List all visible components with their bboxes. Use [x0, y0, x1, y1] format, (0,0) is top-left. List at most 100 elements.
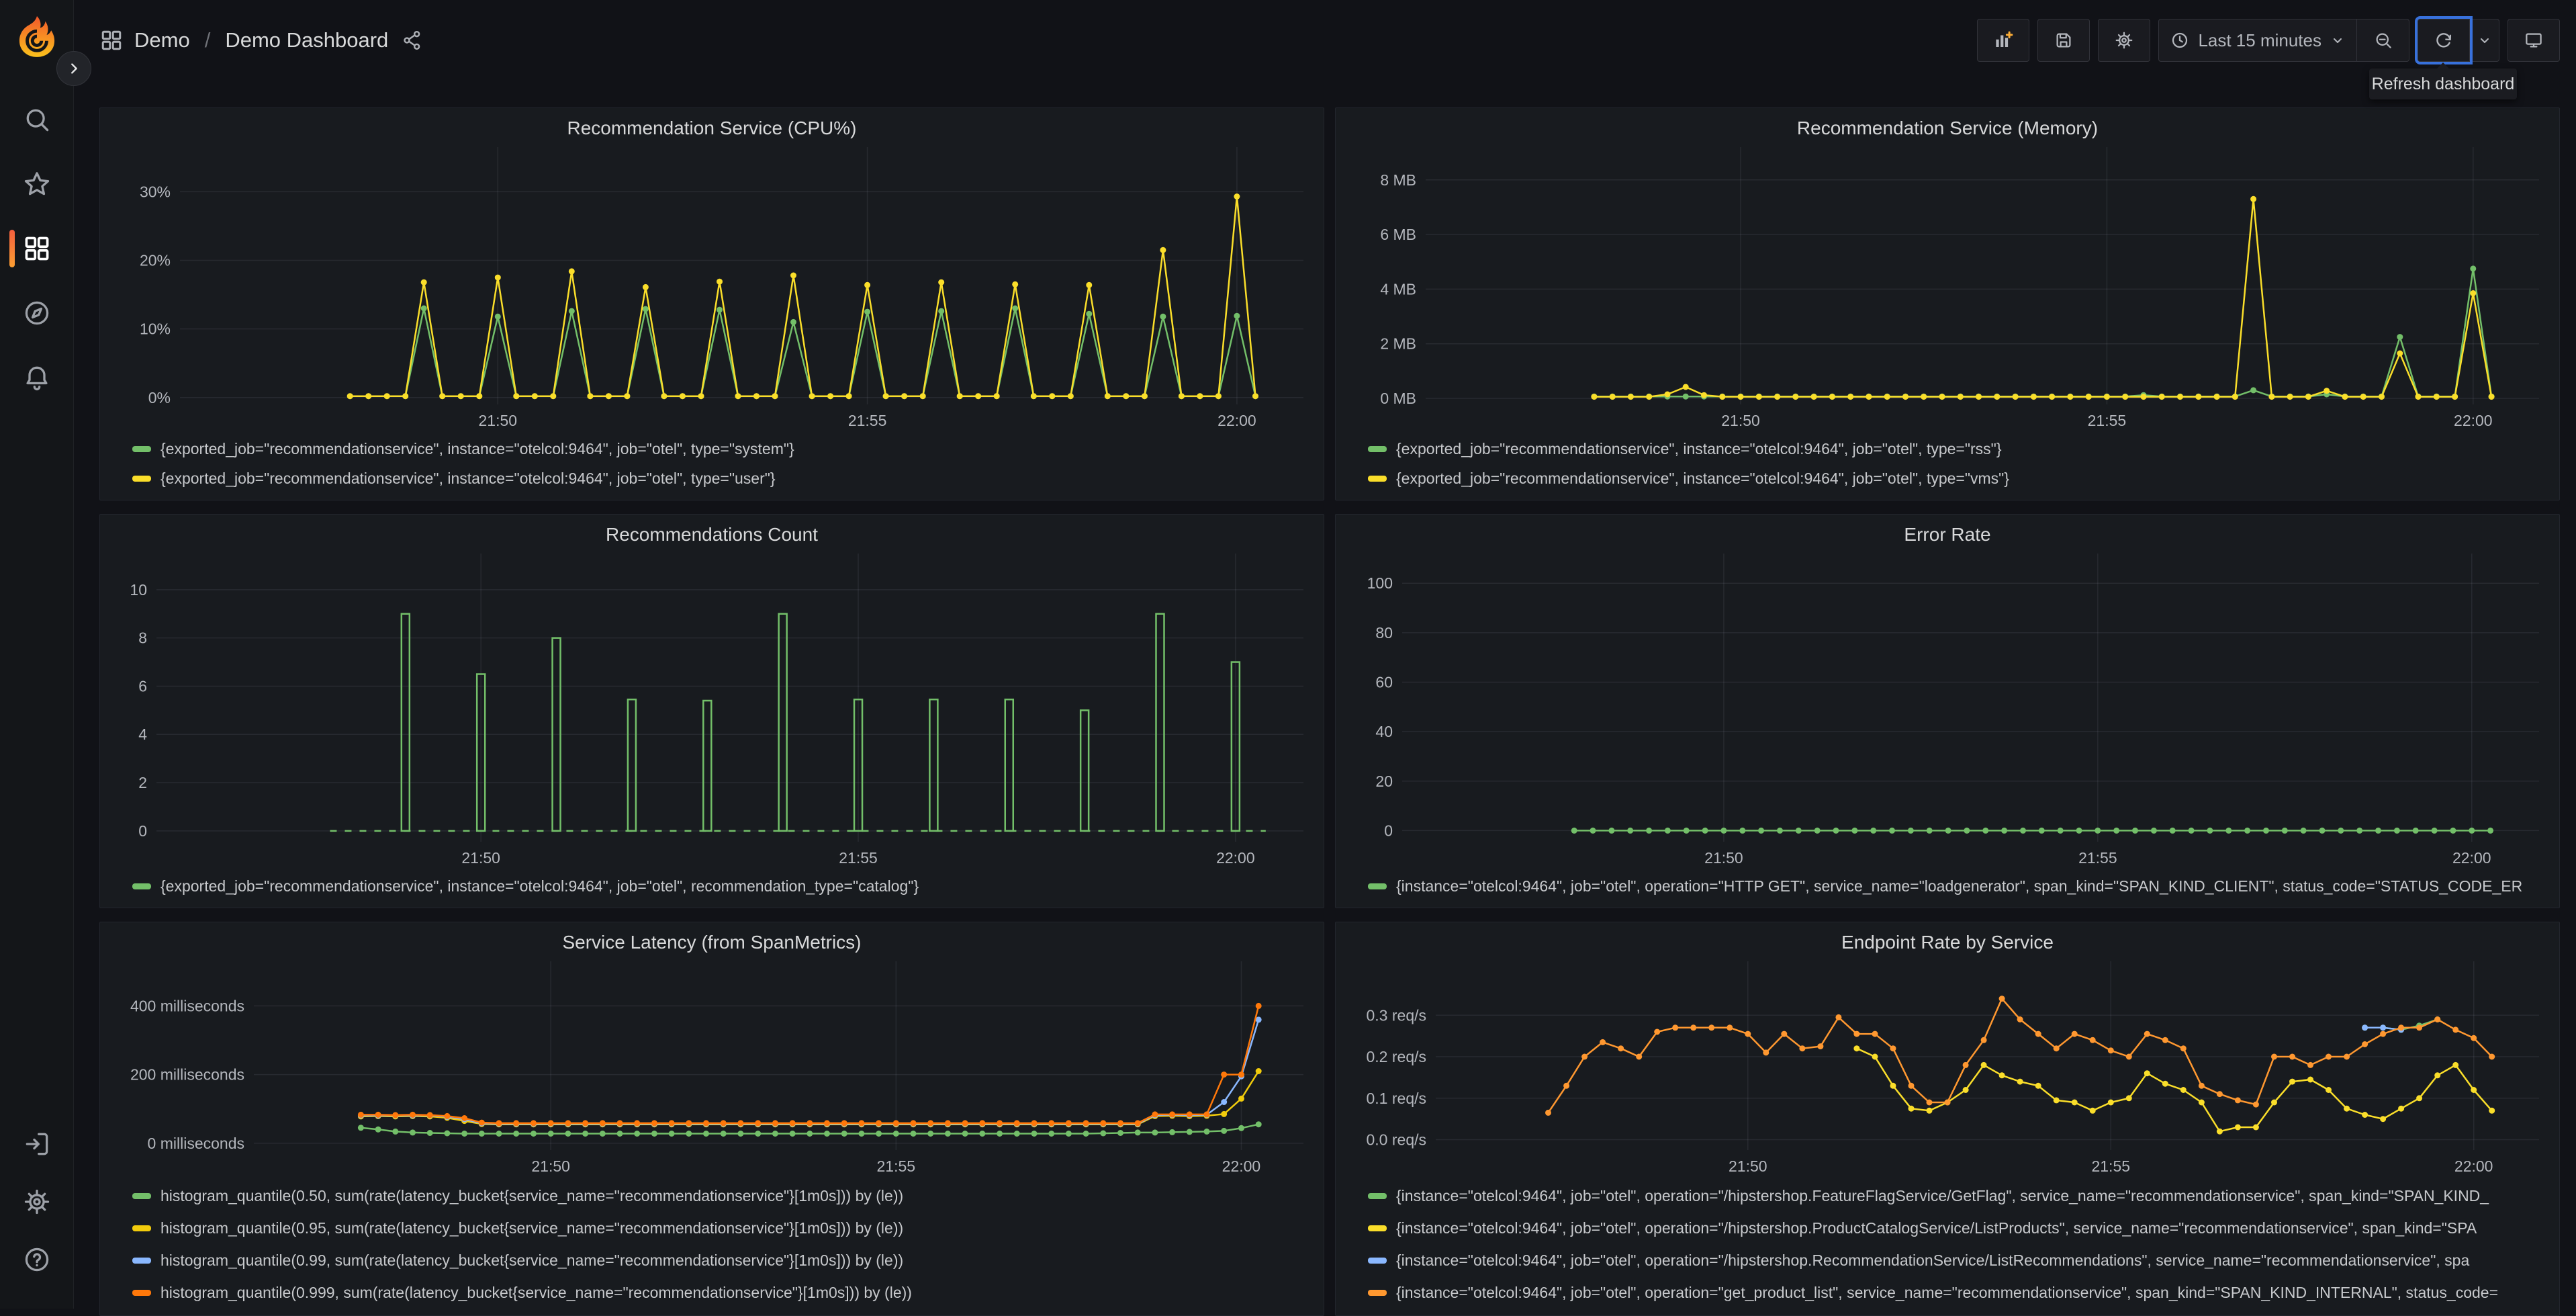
recommendations-count-chart[interactable]: 0 2 4 6 8 10 21:50 21:55 22:00 — [109, 548, 1314, 869]
legend-item[interactable]: {exported_job="recommendationservice", i… — [132, 464, 1314, 493]
search-icon — [26, 109, 49, 132]
service-latency-chart[interactable]: 0 milliseconds 200 milliseconds 400 millis… — [109, 956, 1314, 1177]
panel-title[interactable]: Recommendations Count — [109, 521, 1314, 548]
svg-text:30%: 30% — [140, 183, 171, 200]
sidebar-expand-button[interactable] — [56, 51, 91, 86]
gear-icon — [24, 1189, 50, 1215]
svg-text:21:50: 21:50 — [1729, 1157, 1767, 1175]
svg-text:60: 60 — [1375, 673, 1393, 691]
sidebar-item-search[interactable] — [0, 87, 74, 152]
svg-text:22:00: 22:00 — [1216, 849, 1255, 867]
legend-item[interactable]: {exported_job="recommendationservice", i… — [132, 434, 1314, 464]
panel-error-rate: Error Rate 0 20 40 60 80 100 21:50 21:55 22:00 {… — [1335, 514, 2560, 908]
legend-item[interactable]: histogram_quantile(0.50, sum(rate(latenc… — [132, 1180, 1314, 1212]
legend-swatch — [1368, 1257, 1387, 1264]
legend-item[interactable]: {instance="otelcol:9464", job="otel", op… — [1368, 1212, 2550, 1244]
panel-title[interactable]: Error Rate — [1345, 521, 2550, 548]
panel-title[interactable]: Service Latency (from SpanMetrics) — [109, 929, 1314, 956]
cpu-chart[interactable]: 0% 10% 20% 30% 21:50 21:55 22:00 — [109, 142, 1314, 431]
error-rate-legend: {instance="otelcol:9464", job="otel", op… — [1345, 871, 2550, 901]
legend-item[interactable]: {instance="otelcol:9464", job="otel", op… — [1368, 1244, 2550, 1276]
svg-text:10%: 10% — [140, 320, 171, 338]
chevron-right-icon — [71, 63, 77, 74]
legend-swatch — [1368, 1225, 1387, 1231]
legend-item[interactable]: {exported_job="recommendationservice", i… — [1368, 464, 2550, 493]
legend-swatch — [132, 1192, 151, 1199]
legend-label: {exported_job="recommendationservice", i… — [160, 439, 794, 457]
add-panel-button[interactable] — [1977, 19, 2030, 62]
svg-text:6 MB: 6 MB — [1380, 226, 1416, 243]
legend-label: {instance="otelcol:9464", job="otel", op… — [1396, 1219, 2477, 1237]
legend-item[interactable]: {exported_job="recommendationservice", i… — [132, 871, 1314, 901]
legend-label: {exported_job="recommendationservice", i… — [1396, 439, 2002, 457]
svg-text:21:55: 21:55 — [839, 849, 878, 867]
legend-label: {exported_job="recommendationservice", i… — [160, 469, 776, 487]
zoom-out-icon — [2376, 33, 2391, 48]
svg-text:0%: 0% — [148, 389, 171, 406]
legend-item[interactable]: {instance="otelcol:9464", job="otel", op… — [1368, 871, 2550, 901]
compass-icon — [25, 301, 49, 325]
svg-text:0 MB: 0 MB — [1380, 390, 1416, 407]
legend-label: histogram_quantile(0.999, sum(rate(laten… — [160, 1283, 912, 1301]
memory-legend: {exported_job="recommendationservice", i… — [1345, 434, 2550, 493]
sidebar-item-explore[interactable] — [0, 281, 74, 345]
refresh-tooltip: Refresh dashboard — [2369, 62, 2517, 99]
sidebar — [0, 0, 74, 1309]
legend-item[interactable]: {exported_job="recommendationservice", i… — [1368, 434, 2550, 464]
recommendations-count-legend: {exported_job="recommendationservice", i… — [109, 871, 1314, 901]
panel-title[interactable]: Endpoint Rate by Service — [1345, 929, 2550, 956]
legend-item[interactable]: histogram_quantile(0.95, sum(rate(latenc… — [132, 1212, 1314, 1244]
svg-text:40: 40 — [1375, 723, 1393, 740]
svg-text:21:55: 21:55 — [2091, 1157, 2130, 1175]
sidebar-item-dashboards[interactable] — [0, 216, 74, 281]
breadcrumb-page[interactable]: Demo Dashboard — [225, 28, 388, 52]
dashboards-grid-icon — [25, 236, 49, 261]
svg-text:22:00: 22:00 — [1222, 1157, 1261, 1175]
endpoint-rate-legend: {instance="otelcol:9464", job="otel", op… — [1345, 1180, 2550, 1309]
legend-label: histogram_quantile(0.95, sum(rate(latenc… — [160, 1219, 904, 1237]
svg-text:0: 0 — [1384, 822, 1393, 839]
panel-title[interactable]: Recommendation Service (Memory) — [1345, 115, 2550, 142]
endpoint-rate-chart[interactable]: 0.0 req/s 0.1 req/s 0.2 req/s 0.3 req/s 21:5… — [1345, 956, 2550, 1177]
legend-label: {exported_job="recommendationservice", i… — [160, 877, 919, 895]
legend-swatch — [1368, 475, 1387, 482]
svg-text:400 milliseconds: 400 milliseconds — [130, 997, 244, 1014]
zoom-out-button[interactable] — [2357, 19, 2409, 62]
time-range-picker[interactable]: Last 15 minutes — [2158, 19, 2357, 62]
add-panel-icon — [1996, 31, 2013, 47]
sidebar-item-sign-in[interactable] — [0, 1115, 74, 1173]
legend-swatch — [132, 883, 151, 889]
sidebar-item-alerting[interactable] — [0, 345, 74, 410]
breadcrumb-section[interactable]: Demo — [134, 28, 190, 52]
legend-label: {instance="otelcol:9464", job="otel", op… — [1396, 877, 2523, 895]
legend-item[interactable]: histogram_quantile(0.999, sum(rate(laten… — [132, 1276, 1314, 1309]
legend-item[interactable]: histogram_quantile(0.99, sum(rate(latenc… — [132, 1244, 1314, 1276]
svg-text:0: 0 — [138, 822, 147, 840]
sidebar-item-settings[interactable] — [0, 1173, 74, 1231]
svg-text:21:55: 21:55 — [2088, 412, 2127, 429]
time-range-label: Last 15 minutes — [2198, 30, 2321, 50]
kiosk-monitor-icon — [2526, 33, 2542, 48]
refresh-button[interactable] — [2418, 19, 2470, 62]
grafana-logo[interactable] — [17, 15, 56, 58]
legend-item[interactable]: {instance="otelcol:9464", job="otel", op… — [1368, 1276, 2550, 1309]
memory-chart[interactable]: 0 MB 2 MB 4 MB 6 MB 8 MB 21:50 21:55 22:00 — [1345, 142, 2550, 431]
apps-grid-icon[interactable] — [99, 28, 124, 52]
save-dashboard-button[interactable] — [2037, 19, 2090, 62]
sidebar-item-starred[interactable] — [0, 152, 74, 216]
error-rate-chart[interactable]: 0 20 40 60 80 100 21:50 21:55 22:00 — [1345, 548, 2550, 869]
svg-text:21:50: 21:50 — [531, 1157, 570, 1175]
panel-title[interactable]: Recommendation Service (CPU%) — [109, 115, 1314, 142]
share-icon[interactable] — [402, 30, 423, 51]
svg-text:21:55: 21:55 — [848, 412, 887, 429]
sidebar-item-help[interactable] — [0, 1231, 74, 1288]
refresh-interval-dropdown[interactable] — [2470, 19, 2499, 62]
dashboard-settings-button[interactable] — [2098, 19, 2151, 62]
svg-text:8: 8 — [138, 629, 147, 647]
svg-text:2 MB: 2 MB — [1380, 335, 1416, 353]
chevron-down-icon — [2334, 38, 2342, 43]
kiosk-mode-button[interactable] — [2508, 19, 2560, 62]
legend-label: {exported_job="recommendationservice", i… — [1396, 469, 2010, 487]
legend-item[interactable]: {instance="otelcol:9464", job="otel", op… — [1368, 1180, 2550, 1212]
legend-label: {instance="otelcol:9464", job="otel", op… — [1396, 1251, 2470, 1269]
